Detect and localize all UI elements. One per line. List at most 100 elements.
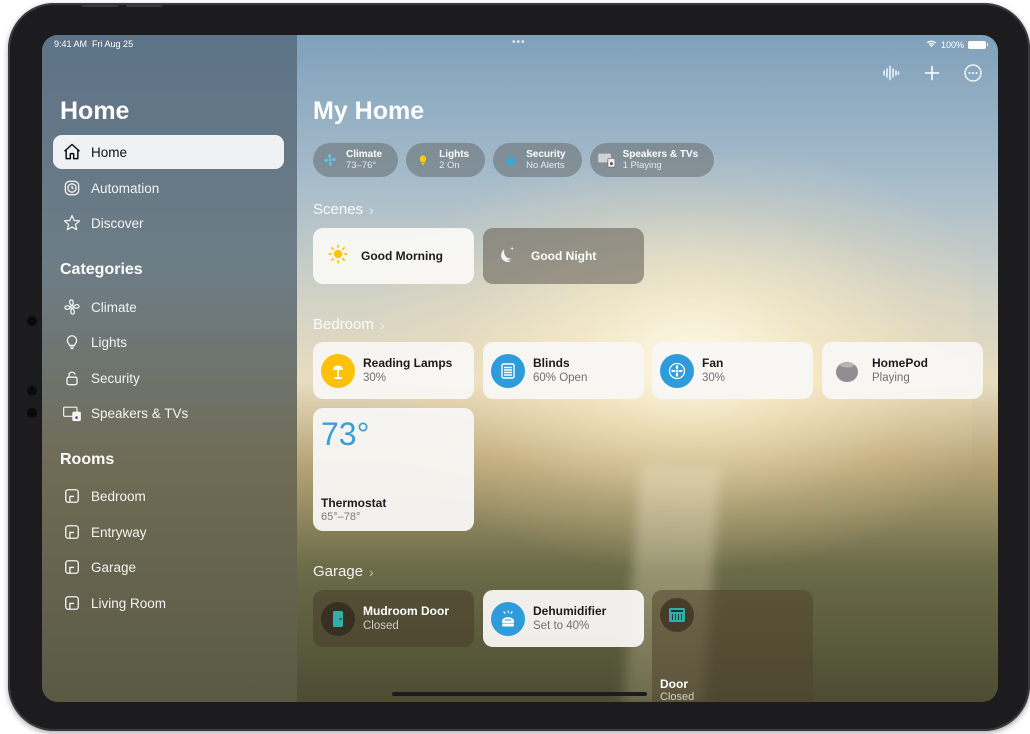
section-title: Garage xyxy=(313,563,364,580)
rooms-heading: Rooms xyxy=(60,451,115,468)
chip-subtitle: No Alerts xyxy=(526,160,565,171)
accessory-mudroom-door[interactable]: Mudroom Door Closed xyxy=(313,590,474,647)
door-icon xyxy=(321,601,355,636)
blinds-icon xyxy=(491,353,525,388)
chip-lights[interactable]: Lights 2 On xyxy=(406,143,486,177)
fan-icon xyxy=(61,297,82,318)
star-icon xyxy=(61,213,82,234)
sidebar-item-label: Home xyxy=(91,144,128,160)
accessory-status: 30% xyxy=(702,371,726,384)
status-time: 9:41 AM Fri Aug 25 xyxy=(54,39,133,49)
wifi-icon xyxy=(926,39,937,50)
accessory-name: Thermostat xyxy=(321,496,387,510)
accessory-garage-door[interactable]: Door Closed xyxy=(652,590,813,702)
accessory-reading-lamps[interactable]: Reading Lamps 30% xyxy=(313,342,474,399)
accessory-name: Blinds xyxy=(533,355,570,370)
section-title: Bedroom xyxy=(313,316,374,333)
accessory-name: Dehumidifier xyxy=(533,603,607,618)
ellipsis-circle-icon[interactable] xyxy=(964,64,982,82)
camera-dot xyxy=(27,316,37,326)
chip-title: Lights xyxy=(439,149,470,160)
status-date-text: Fri Aug 25 xyxy=(92,39,134,49)
fan-icon xyxy=(320,150,340,170)
room-icon xyxy=(61,593,82,614)
sidebar-item-climate[interactable]: Climate xyxy=(53,290,284,324)
room-icon xyxy=(61,557,82,578)
sidebar-item-entryway[interactable]: Entryway xyxy=(53,515,284,549)
lock-icon xyxy=(500,150,520,170)
moon-icon xyxy=(497,243,519,270)
tv-speaker-icon xyxy=(61,403,82,424)
accessory-name: HomePod xyxy=(872,355,929,370)
sidebar-item-speakers-tvs[interactable]: Speakers & TVs xyxy=(53,396,284,430)
sidebar-item-label: Speakers & TVs xyxy=(91,405,189,421)
status-right: 100% xyxy=(926,39,988,50)
chip-security[interactable]: Security No Alerts xyxy=(493,143,582,177)
accessory-name: Door xyxy=(660,677,688,691)
sensor-dot xyxy=(27,386,37,396)
homepod-icon xyxy=(830,354,864,388)
accessory-dehumidifier[interactable]: Dehumidifier Set to 40% xyxy=(483,590,644,647)
accessory-blinds[interactable]: Blinds 60% Open xyxy=(483,342,644,399)
thermostat-temp: 73° xyxy=(321,416,370,452)
page-title: My Home xyxy=(313,97,425,125)
sidebar: 9:41 AM Fri Aug 25 Home Home Automation … xyxy=(42,35,297,702)
chip-title: Climate xyxy=(346,149,383,160)
accessory-thermostat[interactable]: 73° Thermostat 65°–78° xyxy=(313,408,474,531)
accessory-fan[interactable]: Fan 30% xyxy=(652,342,813,399)
sidebar-title: Home xyxy=(60,97,130,125)
sidebar-item-automation[interactable]: Automation xyxy=(53,171,284,205)
accessory-status: Playing xyxy=(872,371,910,384)
clock-icon xyxy=(61,178,82,199)
accessory-status: Closed xyxy=(660,691,695,702)
chip-subtitle: 73–76° xyxy=(346,160,377,171)
chip-subtitle: 2 On xyxy=(439,160,460,171)
scene-good-morning[interactable]: Good Morning xyxy=(313,228,474,284)
scenes-header[interactable]: Scenes › xyxy=(313,201,374,218)
battery-icon xyxy=(968,40,988,49)
sidebar-item-bedroom[interactable]: Bedroom xyxy=(53,479,284,513)
garage-door-icon xyxy=(660,598,694,632)
house-icon xyxy=(61,142,82,163)
accessory-name: Mudroom Door xyxy=(363,603,449,618)
accessory-status: Set to 40% xyxy=(533,619,590,632)
chip-subtitle: 1 Playing xyxy=(622,160,662,171)
sidebar-item-label: Garage xyxy=(91,559,137,575)
sidebar-item-security[interactable]: Security xyxy=(53,361,284,395)
sidebar-item-label: Security xyxy=(91,370,140,386)
bedroom-header[interactable]: Bedroom › xyxy=(313,316,385,333)
plus-icon[interactable] xyxy=(924,65,940,81)
status-chips: Climate 73–76° Lights 2 On Security No A… xyxy=(313,143,715,177)
lamp-icon xyxy=(321,353,355,388)
chip-speakers-tvs[interactable]: Speakers & TVs 1 Playing xyxy=(589,143,715,177)
accessory-homepod[interactable]: HomePod Playing xyxy=(822,342,983,399)
sidebar-item-label: Discover xyxy=(91,215,144,231)
accessory-status: 60% Open xyxy=(533,371,588,384)
lock-icon xyxy=(61,368,82,389)
sidebar-item-home[interactable]: Home xyxy=(53,135,284,169)
volume-button xyxy=(82,3,118,7)
sensor-dot xyxy=(27,408,37,418)
status-time-text: 9:41 AM xyxy=(54,39,88,49)
scene-name: Good Morning xyxy=(361,249,443,263)
sidebar-item-label: Automation xyxy=(91,180,160,196)
lightbulb-icon xyxy=(413,150,433,170)
home-indicator[interactable] xyxy=(392,692,647,696)
scene-good-night[interactable]: Good Night xyxy=(483,228,644,284)
scene-name: Good Night xyxy=(531,249,597,263)
toolbar xyxy=(882,64,982,82)
garage-header[interactable]: Garage › xyxy=(313,563,374,580)
sidebar-item-living-room[interactable]: Living Room xyxy=(53,586,284,620)
sidebar-item-lights[interactable]: Lights xyxy=(53,325,284,359)
lightbulb-icon xyxy=(61,332,82,353)
sidebar-item-garage[interactable]: Garage xyxy=(53,550,284,584)
sidebar-item-discover[interactable]: Discover xyxy=(53,206,284,240)
multitasking-dots[interactable]: ••• xyxy=(512,37,526,48)
accessory-status: 65°–78° xyxy=(321,511,361,523)
waveform-icon[interactable] xyxy=(882,65,900,81)
categories-heading: Categories xyxy=(60,261,143,278)
room-icon xyxy=(61,522,82,543)
chip-climate[interactable]: Climate 73–76° xyxy=(313,143,399,177)
sidebar-item-label: Lights xyxy=(91,334,128,350)
accessory-name: Fan xyxy=(702,355,724,370)
